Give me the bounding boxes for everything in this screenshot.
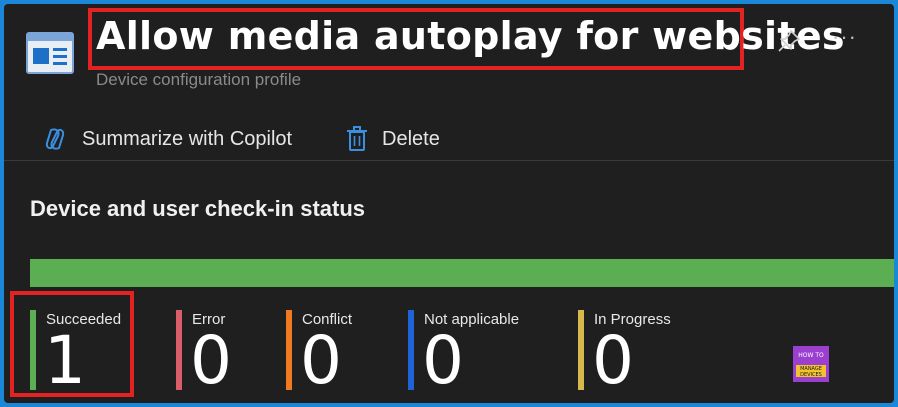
stat-value: 0 [422,322,464,399]
stat-color-bar [408,310,414,390]
app-window: Allow media autoplay for websites Device… [4,4,894,403]
stat-value: 0 [592,322,634,399]
section-title: Device and user check-in status [30,196,366,221]
delete-button[interactable]: Delete [346,126,440,152]
succeeded-highlight-box [10,291,134,397]
page-subtitle: Device configuration profile [96,70,302,89]
toolbar-divider [4,160,894,161]
status-stats: Succeeded 1 Error 0 Conflict 0 Not appli… [4,304,894,399]
delete-label: Delete [382,127,440,150]
stat-color-bar [578,310,584,390]
page-header: Allow media autoplay for websites Device… [4,4,894,104]
pin-icon[interactable] [776,28,802,54]
stat-color-bar [176,310,182,390]
stat-value: 0 [300,322,342,399]
svg-text:DEVICES: DEVICES [800,372,822,378]
trash-icon [347,126,367,151]
summarize-with-copilot-button[interactable]: Summarize with Copilot [42,126,292,152]
how-to-manage-devices-logo: HOW TO MANAGE DEVICES [793,346,829,382]
copilot-icon [45,128,65,150]
page-title: Allow media autoplay for websites [96,14,845,58]
summarize-label: Summarize with Copilot [82,127,293,150]
check-in-status-bar [30,259,894,287]
command-bar: Summarize with Copilot Delete [4,116,894,160]
device-configuration-profile-icon [26,32,74,74]
stat-color-bar [286,310,292,390]
stat-value: 0 [190,322,232,399]
svg-text:HOW TO: HOW TO [798,352,824,359]
more-options-icon[interactable]: ··· [832,24,857,50]
